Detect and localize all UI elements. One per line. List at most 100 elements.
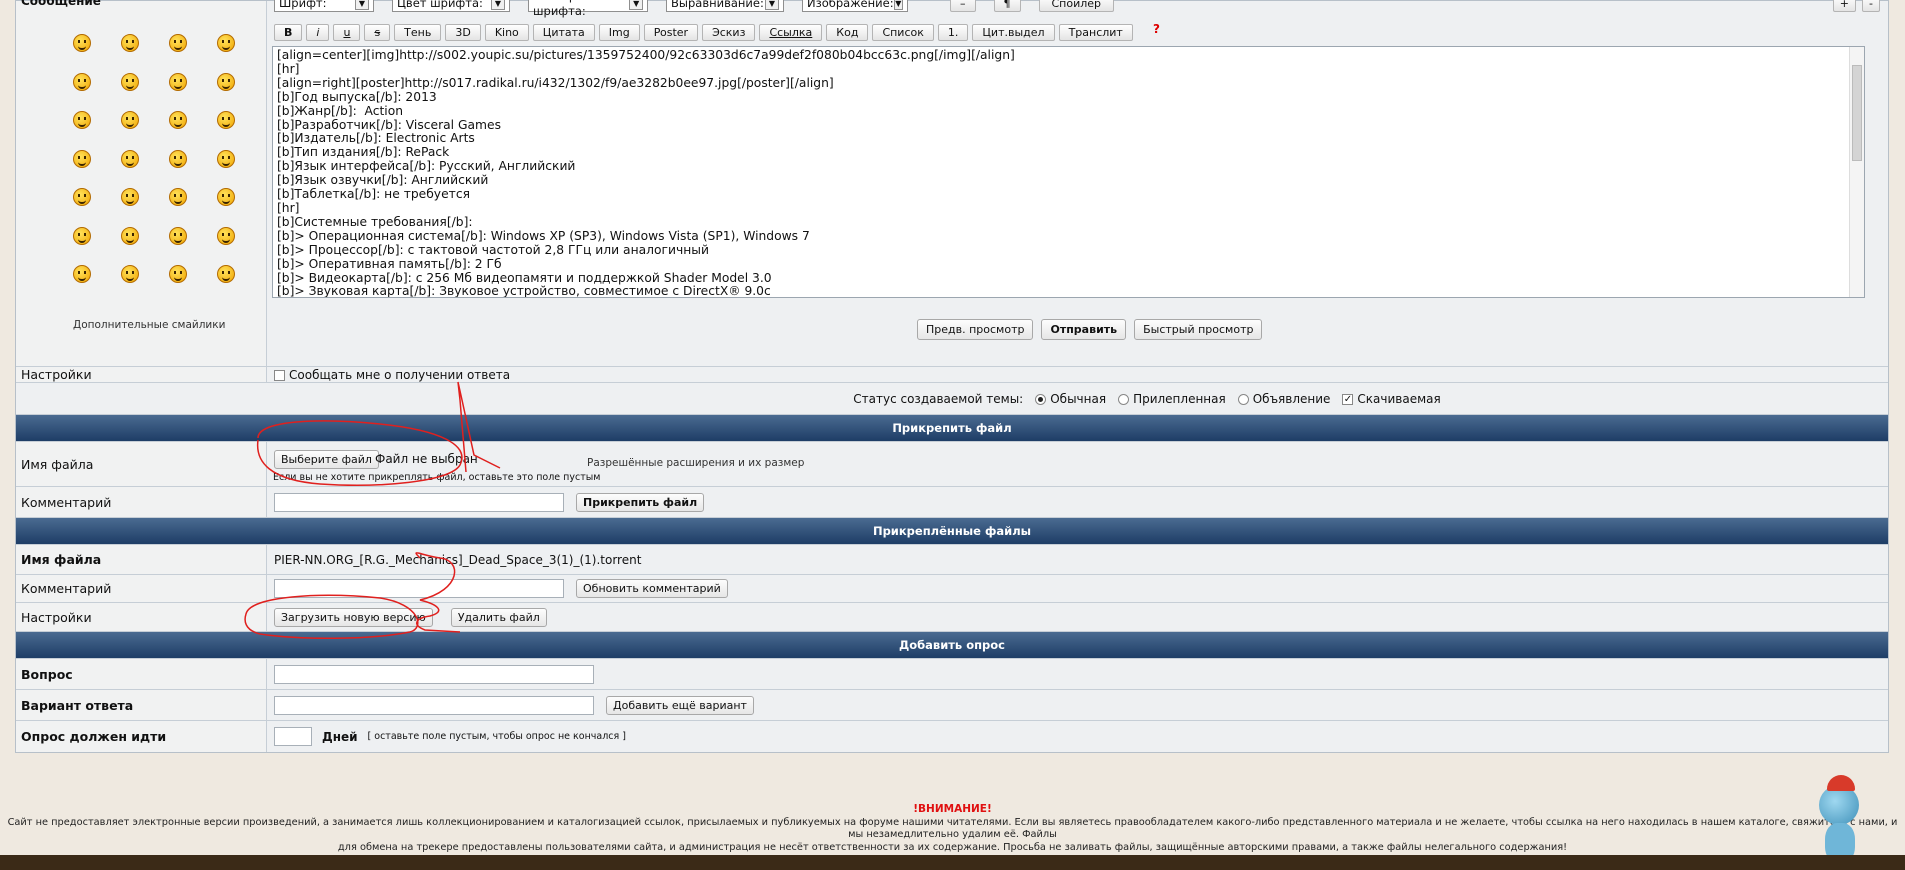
shrink-button[interactable]: - [1862,0,1880,12]
attach-comment-input[interactable] [274,492,564,512]
attach-file-header: Прикрепить файл [16,415,1888,442]
toolbar-button-13[interactable]: Список [872,23,934,41]
attached-settings-row: Настройки Загрузить новую версию Удалить… [16,603,1888,632]
attach-comment-row: Комментарий Прикрепить файл [16,487,1888,518]
delete-file-button[interactable]: Удалить файл [450,607,547,627]
add-variant-button[interactable]: Добавить ещё вариант [606,695,754,715]
toolbar-button-16[interactable]: Транслит [1058,23,1133,41]
toolbar-button-3[interactable]: s [364,23,391,41]
smiley-icon[interactable] [117,109,143,131]
upload-new-version-button[interactable]: Загрузить новую версию [274,607,433,627]
smiley-icon[interactable] [165,148,191,170]
smiley-icon[interactable] [213,71,239,93]
chevron-down-icon: ▼ [491,0,505,10]
smiley-icon[interactable] [117,186,143,208]
attached-filename-label: Имя файла [16,545,267,574]
image-select[interactable]: Изображение: ▼ [802,0,908,12]
smiley-icon[interactable] [165,263,191,285]
toolbar-button-5[interactable]: 3D [445,23,481,41]
smiley-icon[interactable] [69,225,95,247]
poll-days-input[interactable] [274,727,312,746]
toolbar-button-15[interactable]: Цит.выдел [972,23,1055,41]
status-announcement-radio[interactable] [1237,394,1249,405]
attach-hint: Если вы не хотите прикреплять файл, оста… [273,472,601,483]
update-comment-button[interactable]: Обновить комментарий [576,579,728,598]
font-size-select[interactable]: Размер шрифта:▼ [528,0,648,18]
smiley-icon[interactable] [69,109,95,131]
footer-warning: !ВНИМАНИЕ! [913,803,992,815]
smiley-icon[interactable] [117,148,143,170]
paragraph-button[interactable]: ¶ [993,0,1021,12]
status-sticky-radio[interactable] [1118,394,1130,405]
smiley-icon[interactable] [165,186,191,208]
smiley-icon[interactable] [213,263,239,285]
attached-filename: PIER-NN.ORG_[R.G._Mechanics]_Dead_Space_… [274,552,642,567]
attached-comment-input[interactable] [274,579,564,598]
toolbar-button-7[interactable]: Цитата [532,23,595,41]
toolbar-button-10[interactable]: Эскиз [702,23,756,41]
textarea-scrollbar[interactable] [1849,47,1864,297]
toolbar-button-9[interactable]: Poster [643,23,699,41]
allowed-extensions-link[interactable]: Разрешённые расширения и их размер [587,457,804,469]
toolbar-button-11[interactable]: Ссылка [759,23,823,41]
smiley-icon[interactable] [165,32,191,54]
smiley-icon[interactable] [213,148,239,170]
smilies-panel: Сообщение Дополнительные смайлики [16,0,267,366]
poll-answer-input[interactable] [274,695,594,715]
smiley-icon[interactable] [165,225,191,247]
quick-preview-button[interactable]: Быстрый просмотр [1134,319,1263,340]
message-line: [b]Издатель[/b]: Electronic Arts [277,131,475,146]
smiley-icon[interactable] [213,186,239,208]
smiley-icon[interactable] [69,148,95,170]
align-select[interactable]: Выравнивание: ▼ [666,0,784,12]
poll-question-input[interactable] [274,664,594,684]
smiley-icon[interactable] [117,225,143,247]
toolbar-button-2[interactable]: u [333,23,361,41]
font-select[interactable]: Шрифт: ▼ [274,0,374,12]
notify-checkbox[interactable] [274,370,285,381]
message-textarea[interactable]: [align=center][img]http://s002.youpic.su… [272,46,1865,298]
smiley-icon[interactable] [165,71,191,93]
choose-file-button[interactable]: Выберите файл [274,450,379,469]
toolbar-button-8[interactable]: Img [598,23,640,41]
attach-file-button[interactable]: Прикрепить файл [576,492,705,512]
toolbar-button-0[interactable]: B [274,23,303,41]
smiley-icon[interactable] [165,109,191,131]
footer-disclaimer-2: для обмена на трекере предоставлены поль… [337,841,1568,853]
chevron-down-icon: ▼ [893,0,903,10]
spoiler-button[interactable]: Спойлер [1038,0,1115,12]
footer-disclaimer-1: Сайт не предоставляет электронные версии… [7,816,1898,841]
smiley-icon[interactable] [69,71,95,93]
smiley-icon[interactable] [213,109,239,131]
topic-status-label: Статус создаваемой темы: [853,391,1024,406]
smiley-icon[interactable] [117,32,143,54]
submit-button[interactable]: Отправить [1041,319,1127,340]
format-dropdowns: Шрифт:▼ Цвет шрифта:▼ Размер шрифта:▼ Вы… [274,0,1115,18]
status-normal-radio[interactable] [1035,394,1047,405]
smiley-icon[interactable] [213,32,239,54]
smiley-icon[interactable] [69,263,95,285]
hr-button[interactable]: – [950,0,976,12]
scrollbar-thumb[interactable] [1852,65,1862,161]
smiley-icon[interactable] [69,32,95,54]
smiley-icon[interactable] [117,263,143,285]
poll-answer-cell: Добавить ещё вариант [267,690,1888,720]
enlarge-button[interactable]: + [1832,0,1857,12]
settings-label: Настройки [16,367,267,382]
message-line: [align=center][img]http://s002.youpic.su… [277,48,1015,62]
message-label: Сообщение [21,0,101,8]
downloadable-checkbox[interactable]: ✓ [1342,394,1354,405]
toolbar-button-14[interactable]: 1. [937,23,969,41]
smiley-icon[interactable] [69,186,95,208]
help-icon[interactable]: ? [1153,22,1160,36]
more-smilies-link[interactable]: Дополнительные смайлики [73,319,225,331]
smiley-icon[interactable] [213,225,239,247]
smiley-icon[interactable] [117,71,143,93]
message-line: [b]> Оперативная память[/b]: 2 Гб [277,256,502,271]
toolbar-button-4[interactable]: Тень [394,23,442,41]
toolbar-button-12[interactable]: Код [826,23,869,41]
font-color-select[interactable]: Цвет шрифта: ▼ [392,0,510,12]
toolbar-button-6[interactable]: Kino [484,23,529,41]
toolbar-button-1[interactable]: i [306,23,330,41]
preview-button[interactable]: Предв. просмотр [917,319,1034,340]
